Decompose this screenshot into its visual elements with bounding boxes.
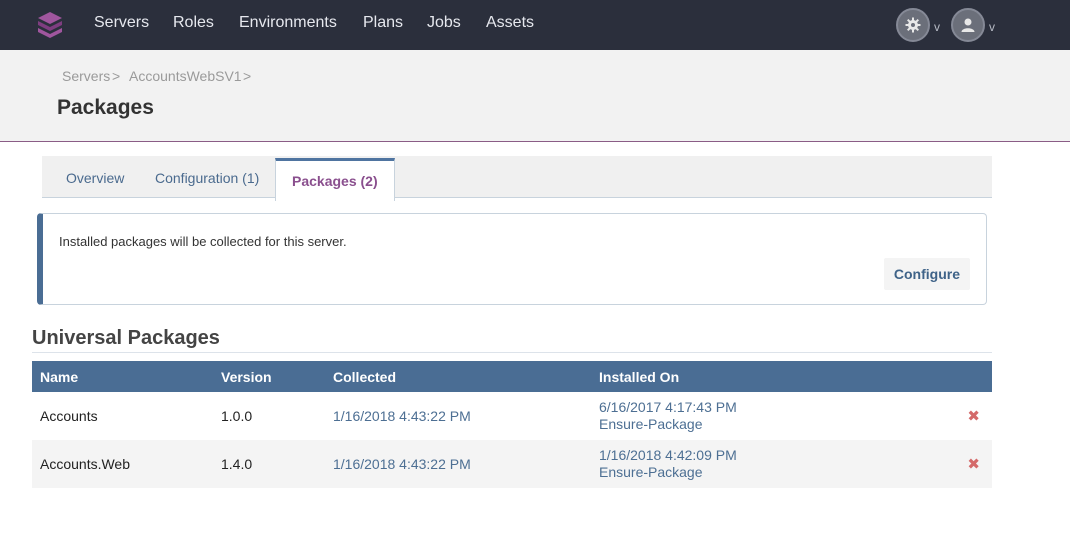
installed-by-link[interactable]: Ensure-Package bbox=[599, 464, 923, 481]
page-header: Servers > AccountsWebSV1 > Packages bbox=[0, 50, 1070, 142]
logo-icon[interactable] bbox=[36, 11, 64, 39]
breadcrumb-separator: > bbox=[112, 68, 121, 84]
page-title: Packages bbox=[57, 96, 154, 119]
package-collected: 1/16/2018 4:43:22 PM bbox=[333, 456, 471, 472]
nav-assets[interactable]: Assets bbox=[486, 14, 534, 32]
nav-environments[interactable]: Environments bbox=[239, 14, 337, 32]
package-collected: 1/16/2018 4:43:22 PM bbox=[333, 408, 471, 424]
delete-icon[interactable]: ✖ bbox=[931, 392, 992, 440]
gear-icon bbox=[905, 17, 921, 33]
delete-icon[interactable]: ✖ bbox=[931, 440, 992, 488]
table-row: Accounts 1.0.0 1/16/2018 4:43:22 PM 6/16… bbox=[32, 392, 992, 440]
nav-plans[interactable]: Plans bbox=[363, 14, 403, 32]
installed-by-link[interactable]: Ensure-Package bbox=[599, 416, 923, 433]
configure-button[interactable]: Configure bbox=[883, 258, 970, 290]
packages-table: Name Version Collected Installed On Acco… bbox=[32, 361, 992, 488]
user-caret-icon[interactable]: v bbox=[989, 20, 995, 34]
table-row: Accounts.Web 1.4.0 1/16/2018 4:43:22 PM … bbox=[32, 440, 992, 488]
user-menu-button[interactable] bbox=[951, 8, 985, 42]
section-divider bbox=[32, 352, 992, 353]
column-header-installed-on[interactable]: Installed On bbox=[591, 361, 931, 392]
info-panel: Installed packages will be collected for… bbox=[37, 213, 987, 305]
settings-caret-icon[interactable]: v bbox=[934, 20, 940, 34]
tab-packages[interactable]: Packages (2) bbox=[275, 158, 395, 201]
column-header-version[interactable]: Version bbox=[213, 361, 325, 392]
info-message: Installed packages will be collected for… bbox=[59, 234, 347, 249]
tab-overview[interactable]: Overview bbox=[54, 156, 136, 198]
package-version: 1.0.0 bbox=[221, 408, 253, 424]
installed-date[interactable]: 6/16/2017 4:17:43 PM bbox=[599, 399, 923, 416]
breadcrumb-server[interactable]: AccountsWebSV1 bbox=[129, 68, 242, 84]
breadcrumb-servers[interactable]: Servers bbox=[62, 68, 110, 84]
settings-button[interactable] bbox=[896, 8, 930, 42]
nav-roles[interactable]: Roles bbox=[173, 14, 214, 32]
nav-servers[interactable]: Servers bbox=[94, 14, 149, 32]
tab-bar: Overview Configuration (1) Packages (2) bbox=[42, 156, 992, 201]
nav-jobs[interactable]: Jobs bbox=[427, 14, 461, 32]
tab-configuration[interactable]: Configuration (1) bbox=[143, 156, 271, 198]
package-name[interactable]: Accounts bbox=[32, 392, 213, 440]
installed-date[interactable]: 1/16/2018 4:42:09 PM bbox=[599, 447, 923, 464]
column-header-actions bbox=[931, 361, 992, 392]
section-title: Universal Packages bbox=[32, 327, 220, 349]
column-header-name[interactable]: Name bbox=[32, 361, 213, 392]
package-name[interactable]: Accounts.Web bbox=[32, 440, 213, 488]
package-installed-on: 1/16/2018 4:42:09 PM Ensure-Package bbox=[591, 440, 931, 488]
column-header-collected[interactable]: Collected bbox=[325, 361, 591, 392]
user-icon bbox=[961, 18, 975, 32]
package-version: 1.4.0 bbox=[221, 456, 253, 472]
table-header-row: Name Version Collected Installed On bbox=[32, 361, 992, 392]
top-navbar: Servers Roles Environments Plans Jobs As… bbox=[0, 0, 1070, 50]
breadcrumb-separator: > bbox=[243, 68, 252, 84]
package-installed-on: 6/16/2017 4:17:43 PM Ensure-Package bbox=[591, 392, 931, 440]
